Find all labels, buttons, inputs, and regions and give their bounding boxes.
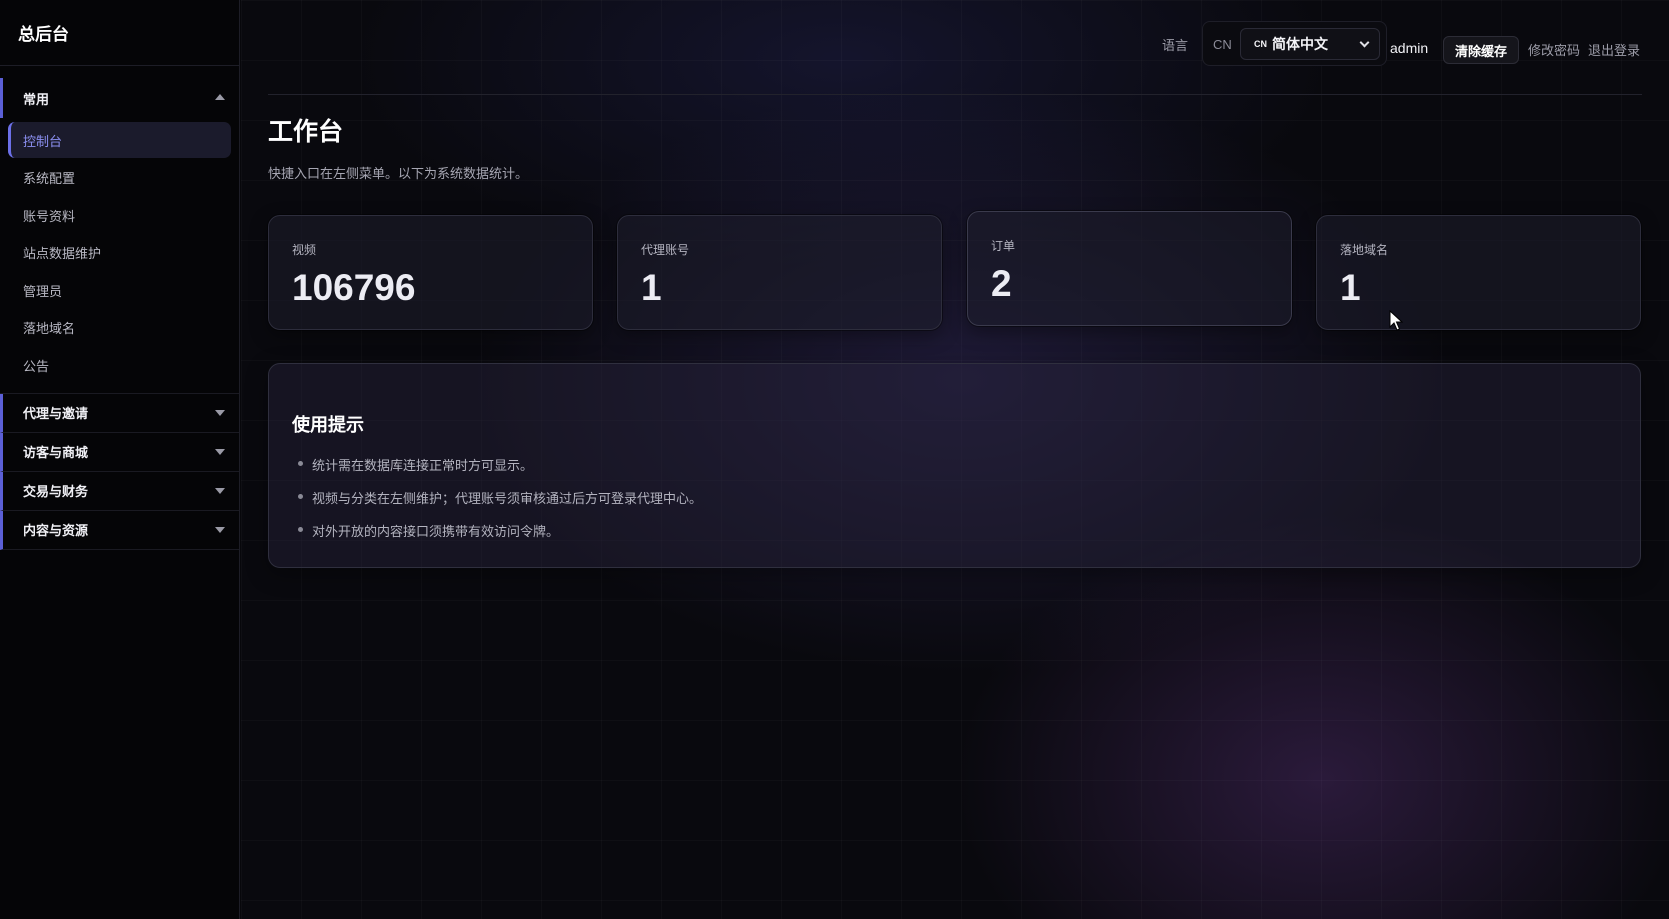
menu-item-system-config[interactable]: 系统配置 — [8, 160, 231, 196]
brand-title: 总后台 — [0, 0, 239, 66]
flag-icon: CN — [1254, 39, 1267, 49]
menu-item-admins[interactable]: 管理员 — [8, 272, 231, 308]
chevron-down-icon — [215, 448, 225, 455]
chevron-down-icon — [215, 409, 225, 416]
stat-label: 代理账号 — [641, 243, 690, 257]
chevron-down-icon — [215, 487, 225, 494]
tips-title: 使用提示 — [292, 415, 364, 435]
sidebar: 总后台 常用 控制台 系统配置 账号资料 站点数据维护 管理员 落地域名 公告 … — [0, 0, 240, 919]
page-subtitle: 快捷入口在左侧菜单。以下为系统数据统计。 — [268, 166, 529, 181]
current-user: admin — [1390, 40, 1429, 56]
tip-item: 对外开放的内容接口须携带有效访问令牌。 — [292, 521, 702, 554]
tip-item: 统计需在数据库连接正常时方可显示。 — [292, 455, 702, 488]
stat-card-domains: 落地域名 1 — [1316, 215, 1641, 330]
mouse-cursor-icon — [1389, 310, 1403, 331]
menu-group-common-items: 控制台 系统配置 账号资料 站点数据维护 管理员 落地域名 公告 — [0, 118, 239, 394]
menu-group-agents[interactable]: 代理与邀请 — [0, 393, 239, 433]
tip-item: 视频与分类在左侧维护；代理账号须审核通过后方可登录代理中心。 — [292, 488, 702, 521]
clear-cache-button[interactable]: 清除缓存 — [1443, 36, 1519, 64]
stat-card-videos: 视频 106796 — [268, 215, 593, 330]
menu-group-label: 交易与财务 — [23, 484, 89, 499]
stat-value: 1 — [1340, 267, 1361, 308]
language-select[interactable]: CN 简体中文 — [1240, 28, 1380, 60]
language-code: CN — [1213, 37, 1232, 52]
logout-link[interactable]: 退出登录 — [1588, 40, 1640, 59]
language-switcher: CN CN 简体中文 — [1202, 21, 1387, 66]
stat-card-agents: 代理账号 1 — [617, 215, 942, 330]
stat-value: 1 — [641, 267, 662, 308]
stat-label: 视频 — [292, 243, 317, 257]
stat-value: 2 — [991, 263, 1012, 304]
menu-group-visitors[interactable]: 访客与商城 — [0, 432, 239, 472]
top-bar: 语言 CN CN 简体中文 admin 清除缓存 修改密码 退出登录 — [268, 0, 1642, 95]
chevron-up-icon — [215, 94, 225, 100]
tips-list: 统计需在数据库连接正常时方可显示。 视频与分类在左侧维护；代理账号须审核通过后方… — [292, 455, 702, 554]
menu-item-account-profile[interactable]: 账号资料 — [8, 197, 231, 233]
change-password-link[interactable]: 修改密码 — [1528, 40, 1580, 59]
menu-group-content[interactable]: 内容与资源 — [0, 510, 239, 550]
menu-item-dashboard[interactable]: 控制台 — [8, 122, 231, 158]
main-content: 语言 CN CN 简体中文 admin 清除缓存 修改密码 退出登录 工作台 快… — [241, 0, 1669, 919]
menu-group-common[interactable]: 常用 — [0, 78, 239, 118]
chevron-down-icon — [215, 526, 225, 533]
language-label: 语言 — [1162, 38, 1189, 53]
stat-card-orders: 订单 2 — [967, 211, 1292, 326]
usage-tips-panel: 使用提示 统计需在数据库连接正常时方可显示。 视频与分类在左侧维护；代理账号须审… — [268, 363, 1641, 568]
menu-item-announcements[interactable]: 公告 — [8, 347, 231, 383]
menu-item-landing-domains[interactable]: 落地域名 — [8, 310, 231, 346]
stat-label: 落地域名 — [1340, 243, 1389, 257]
language-selected-value: 简体中文 — [1272, 36, 1328, 52]
menu-group-label: 内容与资源 — [23, 523, 89, 538]
chevron-down-icon — [1359, 37, 1370, 48]
page-title: 工作台 — [268, 118, 344, 146]
menu-group-label: 常用 — [23, 91, 50, 107]
stat-value: 106796 — [292, 267, 416, 308]
app-root: 总后台 常用 控制台 系统配置 账号资料 站点数据维护 管理员 落地域名 公告 … — [0, 0, 1669, 919]
menu-item-site-data[interactable]: 站点数据维护 — [8, 235, 231, 271]
stat-label: 订单 — [991, 239, 1016, 253]
menu-group-finance[interactable]: 交易与财务 — [0, 471, 239, 511]
menu-group-label: 访客与商城 — [23, 445, 89, 460]
menu-group-label: 代理与邀请 — [23, 406, 89, 421]
